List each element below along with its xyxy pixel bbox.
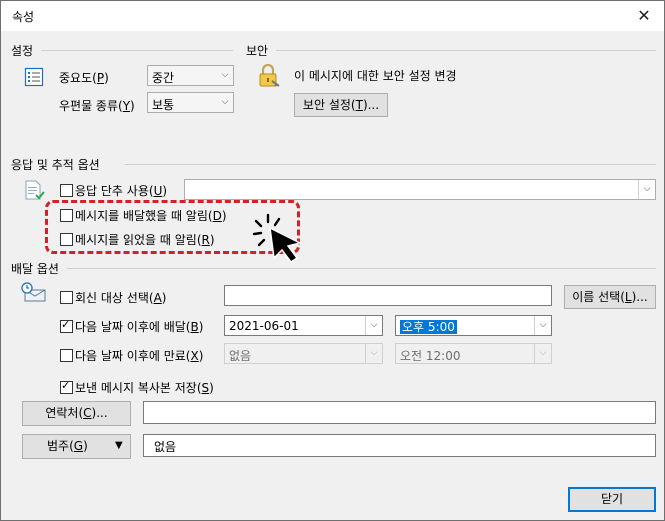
save-copy-label: 보낸 메시지 복사본 저장(S): [75, 381, 214, 395]
voting-buttons-label: 응답 단추 사용(U): [75, 184, 168, 198]
sensitivity-select[interactable]: 보통 ⌵: [147, 92, 234, 113]
expire-label: 다음 날짜 이후에 만료(X): [75, 349, 204, 363]
contacts-input[interactable]: [143, 401, 656, 424]
replies-label: 회신 대상 선택(A): [75, 291, 167, 305]
settings-list-icon: [24, 67, 44, 87]
chevron-down-icon: ⌵: [221, 70, 229, 80]
security-section-title: 보안: [246, 44, 269, 58]
properties-dialog: 속성 ✕ 설정 중요도(P) 중간 ⌵ 우편물 종류(Y) 보통 ⌵ 보안 이 …: [0, 0, 665, 521]
save-copy-checkbox[interactable]: [60, 379, 73, 394]
tracking-section-title: 응답 및 추적 옵션: [11, 158, 100, 172]
defer-time-select[interactable]: 오후 5:00 ⌵: [395, 315, 552, 336]
chevron-down-icon: ⌵: [534, 316, 551, 335]
document-check-icon: [25, 180, 45, 200]
chevron-down-icon: ⌵: [365, 316, 382, 335]
categories-value: 없음: [154, 440, 177, 454]
sensitivity-label: 우편물 종류(Y): [59, 99, 135, 113]
contacts-button[interactable]: 연락처(C)...: [22, 401, 131, 426]
replies-checkbox[interactable]: [60, 291, 73, 304]
close-button[interactable]: 닫기: [568, 487, 656, 512]
voting-buttons-checkbox[interactable]: [60, 184, 73, 197]
expire-checkbox[interactable]: [60, 349, 73, 362]
tracking-divider: [125, 164, 656, 165]
delivery-section-title: 배달 옵션: [11, 262, 59, 276]
defer-time-value: 오후 5:00: [400, 320, 457, 334]
select-names-button[interactable]: 이름 선택(L)...: [564, 285, 656, 309]
settings-section-title: 설정: [11, 44, 34, 58]
importance-label: 중요도(P): [59, 71, 109, 85]
expire-time-value: 오전 12:00: [400, 349, 461, 363]
categories-button[interactable]: 범주(G) ▼: [22, 434, 131, 459]
caret-down-icon: ▼: [115, 440, 123, 451]
security-divider: [276, 50, 656, 51]
voting-buttons-select[interactable]: ⌵: [184, 179, 656, 200]
categories-input[interactable]: 없음: [143, 434, 656, 457]
replies-input[interactable]: [224, 285, 552, 306]
dialog-title: 속성: [12, 10, 35, 24]
security-settings-button[interactable]: 보안 설정(T)...: [294, 93, 388, 117]
chevron-down-icon: ⌵: [221, 97, 229, 107]
settings-divider: [41, 50, 233, 51]
expire-date-picker: 없음 ⌵: [224, 343, 383, 364]
title-bar: 속성 ✕: [1, 1, 664, 31]
sensitivity-value: 보통: [152, 98, 175, 112]
defer-date-value: 2021-06-01: [229, 319, 299, 333]
chevron-down-icon: ⌵: [534, 344, 551, 363]
security-description: 이 메시지에 대한 보안 설정 변경: [294, 69, 457, 83]
click-cursor-icon: [252, 213, 303, 264]
importance-value: 중간: [152, 71, 175, 85]
lock-icon: [259, 63, 280, 87]
importance-select[interactable]: 중간 ⌵: [147, 65, 234, 86]
close-icon[interactable]: ✕: [626, 1, 662, 31]
chevron-down-icon: ⌵: [365, 344, 382, 363]
delivery-divider: [67, 268, 656, 269]
expire-date-value: 없음: [229, 349, 252, 363]
defer-date-picker[interactable]: 2021-06-01 ⌵: [224, 315, 383, 336]
defer-delivery-label: 다음 날짜 이후에 배달(B): [75, 320, 204, 334]
delivery-clock-icon: [21, 282, 46, 302]
defer-delivery-checkbox[interactable]: [60, 318, 73, 333]
chevron-down-icon: ⌵: [638, 180, 655, 199]
expire-time-select: 오전 12:00 ⌵: [395, 343, 552, 364]
